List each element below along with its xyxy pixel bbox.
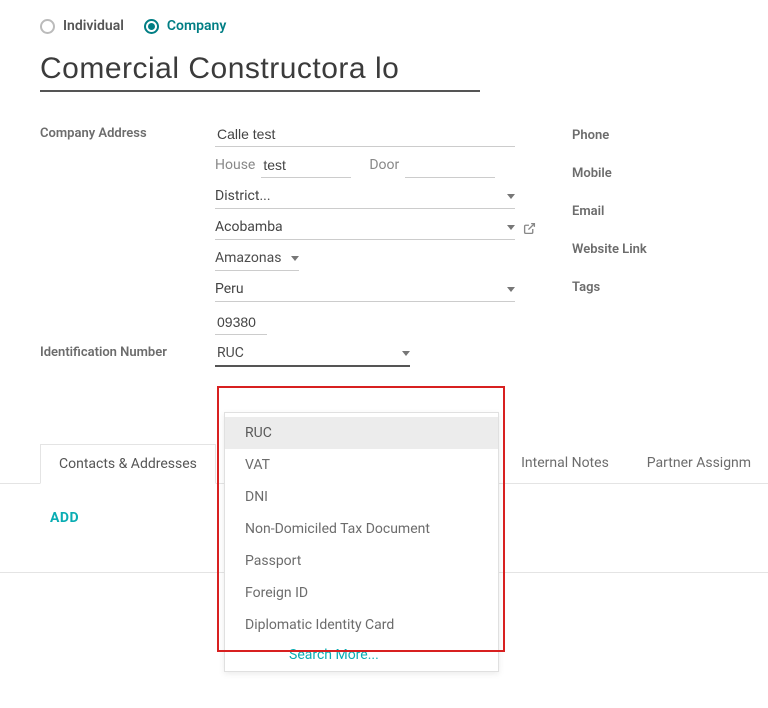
tags-field[interactable]: Tags bbox=[572, 274, 728, 312]
house-label: House bbox=[215, 153, 261, 178]
state-select[interactable]: Amazonas bbox=[215, 246, 299, 271]
tab-contacts-addresses[interactable]: Contacts & Addresses bbox=[40, 444, 216, 484]
identification-type-dropdown: RUC VAT DNI Non-Domiciled Tax Document P… bbox=[224, 412, 499, 672]
mobile-field[interactable]: Mobile bbox=[572, 160, 728, 198]
identification-type-select[interactable]: RUC bbox=[215, 341, 410, 367]
country-value: Peru bbox=[215, 281, 507, 297]
partner-type-radio-group: Individual Company bbox=[40, 18, 728, 34]
dropdown-option[interactable]: Non-Domiciled Tax Document bbox=[225, 513, 498, 545]
door-label: Door bbox=[369, 153, 405, 178]
tab-partner-assignment[interactable]: Partner Assignm bbox=[628, 443, 768, 483]
dropdown-option[interactable]: RUC bbox=[225, 417, 498, 449]
phone-field[interactable]: Phone bbox=[572, 122, 728, 160]
dropdown-option[interactable]: Diplomatic Identity Card bbox=[225, 609, 498, 641]
dropdown-option[interactable]: DNI bbox=[225, 481, 498, 513]
company-address-label: Company Address bbox=[40, 122, 215, 141]
website-field[interactable]: Website Link bbox=[572, 236, 728, 274]
house-input[interactable] bbox=[261, 153, 351, 178]
radio-company-label: Company bbox=[167, 18, 226, 34]
door-input[interactable] bbox=[405, 153, 495, 178]
chevron-down-icon bbox=[291, 256, 299, 261]
add-button[interactable]: ADD bbox=[50, 510, 79, 526]
tab-internal-notes[interactable]: Internal Notes bbox=[502, 443, 628, 483]
chevron-down-icon bbox=[507, 194, 515, 199]
city-select[interactable]: Acobamba bbox=[215, 215, 515, 240]
chevron-down-icon bbox=[507, 225, 515, 230]
external-link-icon[interactable] bbox=[523, 222, 536, 239]
dropdown-search-more[interactable]: Search More... bbox=[225, 641, 498, 663]
state-value: Amazonas bbox=[215, 250, 281, 266]
radio-company[interactable]: Company bbox=[144, 18, 226, 34]
radio-individual[interactable]: Individual bbox=[40, 18, 124, 34]
email-field[interactable]: Email bbox=[572, 198, 728, 236]
radio-circle-icon bbox=[144, 19, 159, 34]
dropdown-option[interactable]: Passport bbox=[225, 545, 498, 577]
zip-input[interactable] bbox=[215, 310, 267, 335]
country-select[interactable]: Peru bbox=[215, 277, 515, 302]
district-select[interactable]: District... bbox=[215, 184, 515, 209]
company-name-input[interactable] bbox=[40, 46, 480, 92]
street-input[interactable] bbox=[215, 122, 515, 147]
dropdown-option[interactable]: Foreign ID bbox=[225, 577, 498, 609]
radio-circle-icon bbox=[40, 19, 55, 34]
radio-individual-label: Individual bbox=[63, 18, 124, 34]
dropdown-option[interactable]: VAT bbox=[225, 449, 498, 481]
chevron-down-icon bbox=[507, 287, 515, 292]
city-value: Acobamba bbox=[215, 219, 507, 235]
chevron-down-icon bbox=[402, 351, 410, 356]
identification-type-value: RUC bbox=[217, 345, 390, 361]
district-placeholder: District... bbox=[215, 188, 507, 204]
identification-number-label: Identification Number bbox=[40, 341, 215, 360]
